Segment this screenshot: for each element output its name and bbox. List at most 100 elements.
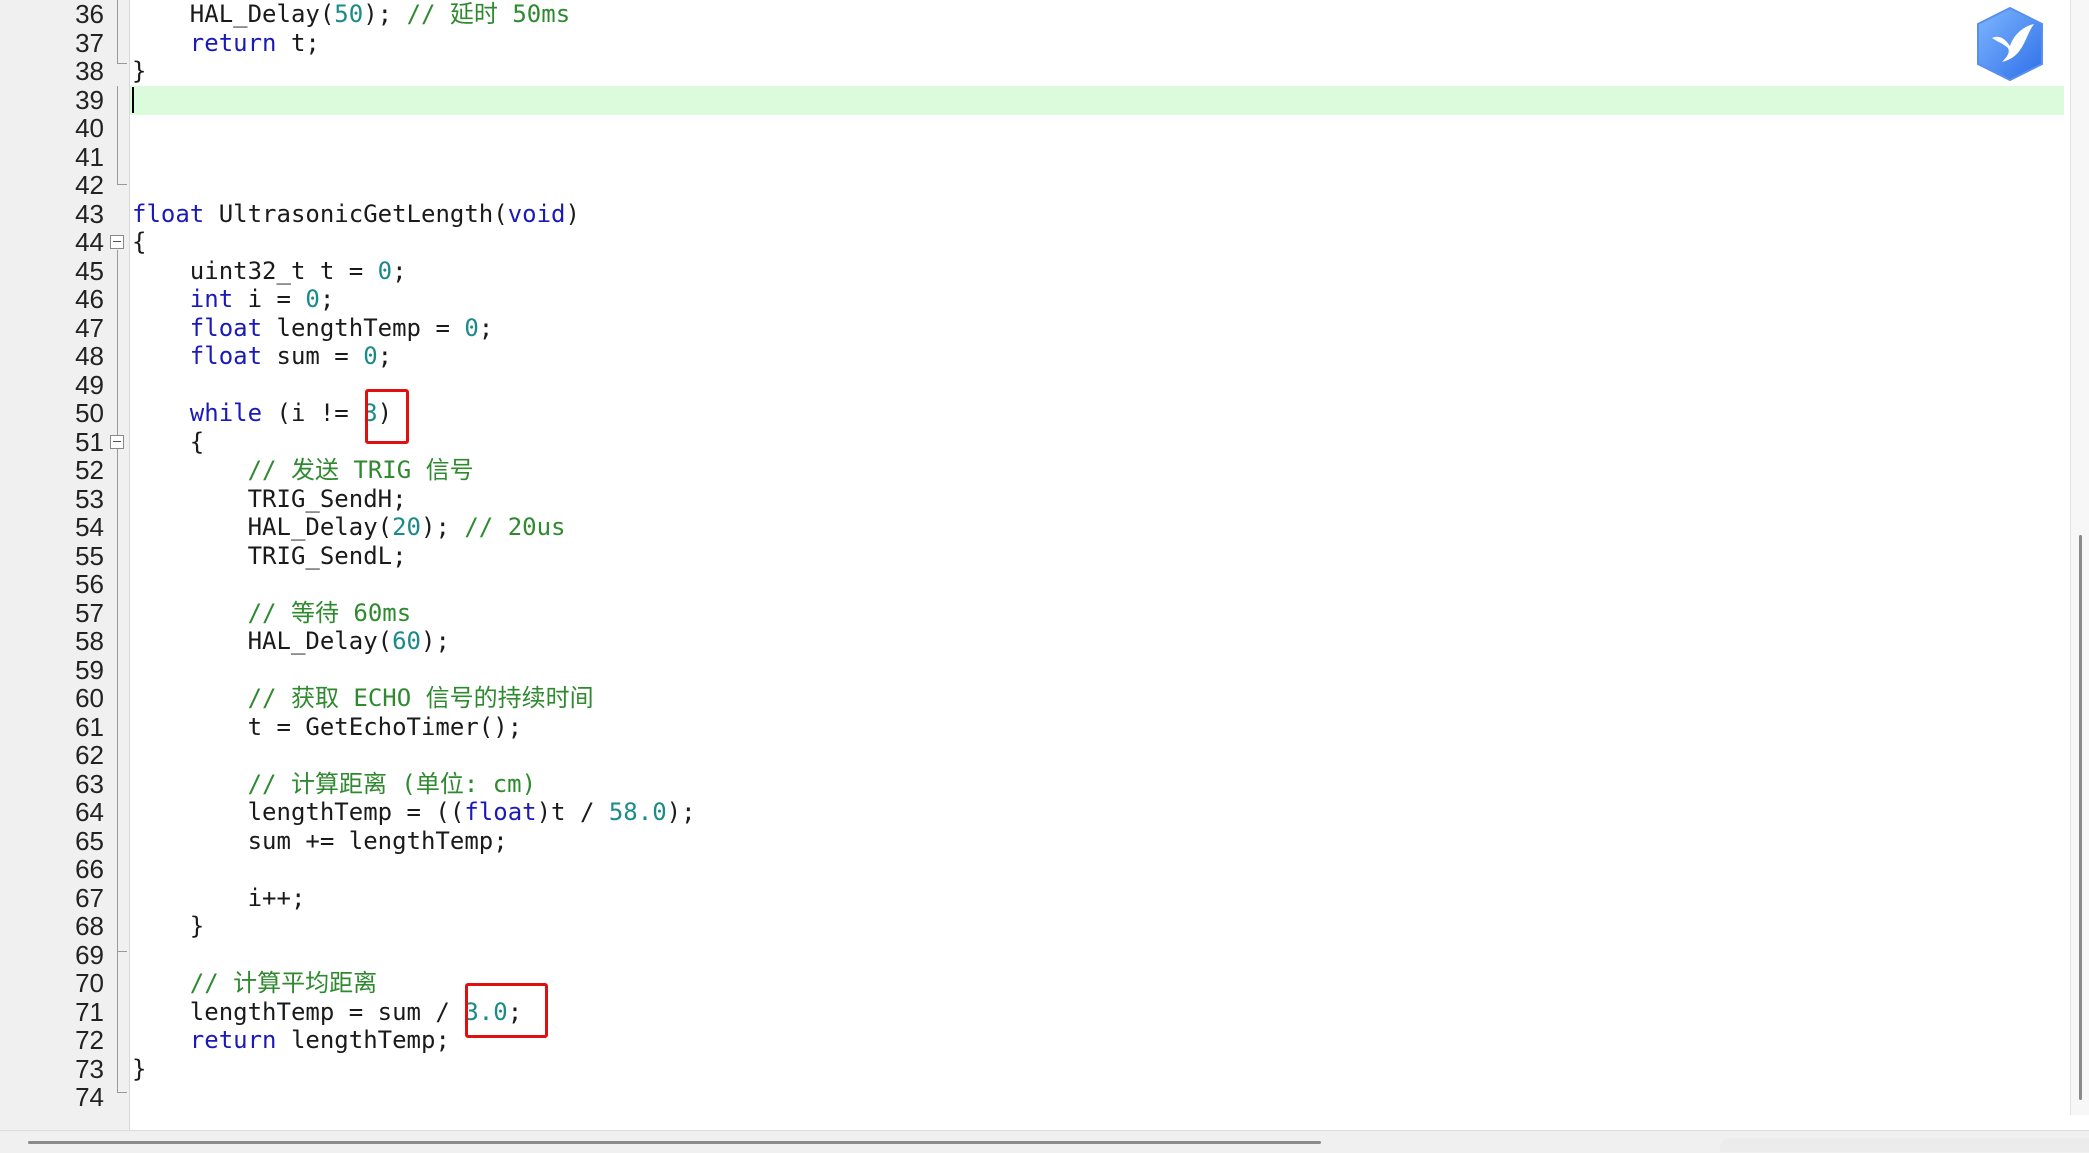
code-line[interactable]: 57 // 等待 60ms bbox=[0, 598, 2064, 628]
code-line[interactable]: 45 uint32_t t = 0; bbox=[0, 255, 2064, 286]
code-token: // 20us bbox=[464, 513, 566, 541]
code-token: ; bbox=[478, 313, 494, 342]
code-line[interactable]: 63 // 计算距离 (单位: cm) bbox=[0, 769, 2064, 799]
fold-guide bbox=[117, 86, 118, 184]
code-line[interactable]: 44 { bbox=[0, 228, 2064, 257]
code-line[interactable]: 68 } bbox=[0, 912, 2064, 941]
line-number: 47 bbox=[75, 312, 104, 343]
code-token: ; bbox=[377, 342, 393, 370]
code-line[interactable]: 48 float sum = 0; bbox=[0, 342, 2064, 371]
fold-end-marker bbox=[117, 1092, 127, 1093]
fold-toggle-icon[interactable] bbox=[110, 435, 124, 449]
code-line[interactable]: 65 sum += lengthTemp; bbox=[0, 826, 2064, 856]
code-token: i = bbox=[233, 285, 306, 313]
code-line[interactable]: 53 TRIG_SendH; bbox=[0, 484, 2064, 514]
code-line[interactable]: 69 bbox=[0, 939, 2064, 970]
code-line[interactable]: 70 // 计算平均距离 bbox=[0, 969, 2064, 998]
code-line[interactable]: 39 bbox=[0, 84, 2064, 115]
code-line[interactable]: 55 TRIG_SendL; bbox=[0, 541, 2064, 571]
code-line[interactable]: 38} bbox=[0, 57, 2064, 86]
code-text: float lengthTemp = 0; bbox=[132, 314, 493, 343]
line-number: 69 bbox=[75, 939, 104, 970]
code-line[interactable]: 67 i++; bbox=[0, 883, 2064, 913]
code-line[interactable]: 62 bbox=[0, 741, 2064, 770]
annotation-highlight-box bbox=[365, 389, 409, 444]
code-line[interactable]: 36 HAL_Delay(50); // 延时 50ms bbox=[0, 0, 2064, 29]
code-token: )t / bbox=[536, 798, 609, 826]
code-line[interactable]: 73} bbox=[0, 1054, 2064, 1084]
code-token: HAL_Delay( bbox=[132, 513, 393, 541]
code-token: ) bbox=[565, 199, 580, 228]
code-line[interactable]: 52 // 发送 TRIG 信号 bbox=[0, 456, 2064, 485]
line-number: 50 bbox=[75, 398, 104, 428]
code-line[interactable]: 60 // 获取 ECHO 信号的持续时间 bbox=[0, 684, 2064, 713]
code-token: // 发送 TRIG 信号 bbox=[247, 456, 474, 484]
line-number: 56 bbox=[75, 569, 104, 599]
code-text: int i = 0; bbox=[132, 285, 335, 314]
vertical-scrollbar[interactable] bbox=[2070, 0, 2089, 1115]
code-token: // 等待 60ms bbox=[247, 598, 412, 627]
fold-toggle-icon[interactable] bbox=[110, 235, 124, 249]
code-line[interactable]: 64 lengthTemp = ((float)t / 58.0); bbox=[0, 798, 2064, 827]
code-line[interactable]: 72 return lengthTemp; bbox=[0, 1026, 2064, 1055]
line-number: 39 bbox=[75, 84, 104, 115]
code-line[interactable]: 56 bbox=[0, 570, 2064, 599]
bird-logo-icon bbox=[1977, 6, 2043, 82]
code-token: 0 bbox=[305, 285, 320, 313]
code-line[interactable]: 49 bbox=[0, 370, 2064, 400]
code-token: } bbox=[132, 1054, 147, 1083]
line-number: 40 bbox=[75, 113, 104, 143]
code-token: t; bbox=[276, 28, 320, 57]
horizontal-scroll-thumb[interactable] bbox=[28, 1141, 1321, 1144]
code-text: uint32_t t = 0; bbox=[132, 257, 407, 286]
code-line[interactable]: 51 { bbox=[0, 427, 2064, 457]
code-line[interactable]: 59 bbox=[0, 655, 2064, 685]
code-line[interactable]: 40 bbox=[0, 114, 2064, 143]
code-token: sum += lengthTemp; bbox=[132, 826, 508, 855]
line-number: 72 bbox=[75, 1025, 104, 1055]
code-token: HAL_Delay( bbox=[132, 627, 393, 655]
code-token: { bbox=[132, 427, 205, 456]
line-number: 45 bbox=[75, 255, 104, 286]
code-token: while bbox=[189, 399, 263, 427]
code-token: TRIG_SendL; bbox=[132, 541, 407, 570]
code-text: float sum = 0; bbox=[132, 342, 392, 371]
code-line[interactable]: 54 HAL_Delay(20); // 20us bbox=[0, 513, 2064, 542]
code-token: i++; bbox=[132, 883, 306, 912]
code-line[interactable]: 71 lengthTemp = sum / 3.0; bbox=[0, 997, 2064, 1027]
vertical-scroll-thumb[interactable] bbox=[2079, 535, 2082, 1100]
code-text: // 发送 TRIG 信号 bbox=[132, 456, 474, 485]
code-line[interactable]: 47 float lengthTemp = 0; bbox=[0, 312, 2064, 343]
code-token: { bbox=[132, 228, 147, 256]
code-token: UltrasonicGetLength( bbox=[204, 199, 508, 228]
code-text: HAL_Delay(50); // 延时 50ms bbox=[132, 0, 570, 29]
code-line[interactable]: 74 bbox=[0, 1083, 2064, 1112]
code-line[interactable]: 43 float UltrasonicGetLength(void) bbox=[0, 199, 2064, 229]
code-line[interactable]: 41 bbox=[0, 142, 2064, 172]
code-token: 58.0 bbox=[608, 798, 667, 826]
code-line[interactable]: 42 bbox=[0, 171, 2064, 200]
code-text: HAL_Delay(20); // 20us bbox=[132, 513, 566, 542]
code-token: sum = bbox=[262, 342, 364, 370]
fold-end-marker bbox=[117, 63, 127, 64]
code-token: float bbox=[189, 342, 263, 370]
code-token: 0 bbox=[464, 313, 479, 342]
code-line[interactable]: 58 HAL_Delay(60); bbox=[0, 627, 2064, 656]
code-line[interactable]: 66 bbox=[0, 855, 2064, 884]
line-number: 74 bbox=[75, 1082, 104, 1112]
code-line[interactable]: 61 t = GetEchoTimer(); bbox=[0, 712, 2064, 742]
line-number: 64 bbox=[75, 797, 104, 827]
code-line[interactable]: 50 while (i != 3) bbox=[0, 399, 2064, 428]
code-token: // 计算平均距离 bbox=[189, 969, 378, 997]
code-text: // 等待 60ms bbox=[132, 598, 412, 628]
line-number: 48 bbox=[75, 341, 104, 371]
line-number: 44 bbox=[75, 227, 104, 257]
code-token: lengthTemp = sum / bbox=[132, 997, 465, 1026]
code-line[interactable]: 46 int i = 0; bbox=[0, 285, 2064, 314]
code-text: while (i != 3) bbox=[132, 399, 392, 428]
code-line[interactable]: 37 return t; bbox=[0, 28, 2064, 58]
